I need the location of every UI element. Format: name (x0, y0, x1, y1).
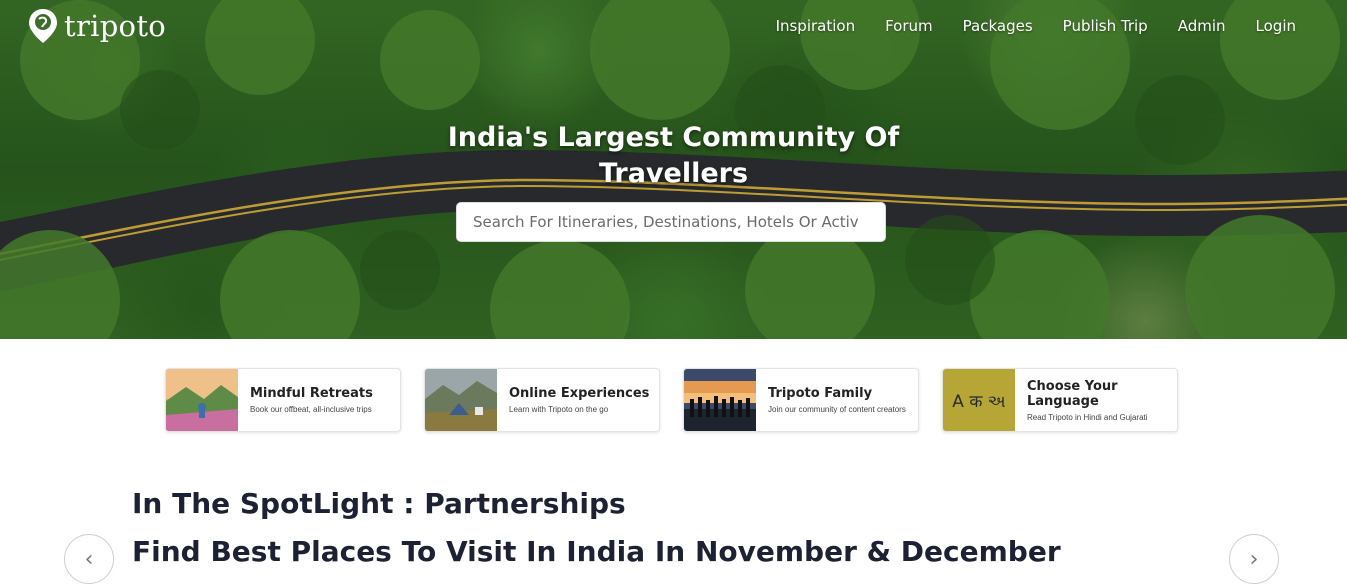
card-choose-language[interactable]: A क અ Choose Your Language Read Tripoto … (942, 368, 1178, 432)
camping-photo-icon (425, 369, 497, 431)
card-online-experiences[interactable]: Online Experiences Learn with Tripoto on… (424, 368, 660, 432)
headline-line-1: India's Largest Community Of (447, 122, 900, 153)
card-title: Choose Your Language (1027, 378, 1118, 409)
chevron-left-icon: ‹ (84, 546, 94, 572)
card-subtitle: Learn with Tripoto on the go (509, 405, 609, 414)
mountain-photo-icon (166, 369, 238, 431)
nav-login[interactable]: Login (1256, 17, 1296, 35)
hero-banner: tripoto Inspiration Forum Packages Publi… (0, 0, 1347, 339)
card-subtitle: Join our community of content creators (768, 405, 906, 414)
nav-publish-trip[interactable]: Publish Trip (1063, 17, 1148, 35)
search-input[interactable] (456, 202, 886, 242)
card-subtitle: Book our offbeat, all-inclusive trips (250, 405, 372, 414)
nav-forum[interactable]: Forum (885, 17, 933, 35)
carousel-next-button[interactable]: › (1229, 534, 1279, 584)
hero-headline: India's Largest Community Of Travellers (0, 120, 1347, 192)
card-tripoto-family[interactable]: Tripoto Family Join our community of con… (683, 368, 919, 432)
map-pin-icon (29, 9, 57, 43)
brand-logo[interactable]: tripoto (28, 8, 166, 44)
feature-cards: Mindful Retreats Book our offbeat, all-i… (165, 368, 1178, 432)
card-title: Online Experiences (509, 386, 650, 401)
card-title: Tripoto Family (768, 386, 873, 401)
sunset-people-photo-icon (684, 369, 756, 431)
headline-line-2: Travellers (598, 158, 749, 189)
nav-packages[interactable]: Packages (963, 17, 1033, 35)
language-icon: A क અ (943, 369, 1015, 431)
nav-admin[interactable]: Admin (1178, 17, 1226, 35)
card-subtitle: Read Tripoto in Hindi and Gujarati (1027, 412, 1148, 422)
card-title: Mindful Retreats (250, 386, 373, 401)
carousel-prev-button[interactable]: ‹ (64, 534, 114, 584)
top-nav: Inspiration Forum Packages Publish Trip … (746, 17, 1296, 35)
chevron-right-icon: › (1249, 546, 1259, 572)
brand-name: tripoto (64, 9, 167, 43)
card-mindful-retreats[interactable]: Mindful Retreats Book our offbeat, all-i… (165, 368, 401, 432)
section-subtitle: Find Best Places To Visit In India In No… (132, 535, 1061, 568)
nav-inspiration[interactable]: Inspiration (776, 17, 856, 35)
section-title: In The SpotLight : Partnerships (132, 487, 626, 520)
